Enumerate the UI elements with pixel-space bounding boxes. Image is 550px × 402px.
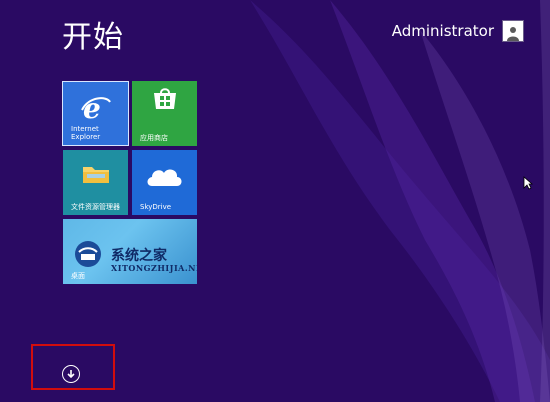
folder-icon <box>83 167 109 183</box>
tile-internet-explorer[interactable]: e Internet Explorer <box>62 81 129 146</box>
watermark-url: XITONGZHIJIA.NET <box>111 263 197 273</box>
mouse-cursor-icon <box>523 176 533 190</box>
watermark-brand: 系统之家 <box>111 248 167 264</box>
tile-store[interactable]: 应用商店 <box>132 81 197 146</box>
watermark-logo-icon <box>75 241 101 267</box>
cloud-icon <box>147 169 182 186</box>
tile-skydrive[interactable]: SkyDrive <box>132 150 197 215</box>
down-arrow-circle-icon <box>67 370 75 379</box>
tile-label: Internet Explorer <box>71 125 101 141</box>
user-account[interactable]: Administrator <box>392 20 524 42</box>
all-apps-button[interactable] <box>62 365 80 383</box>
user-avatar-icon <box>502 20 524 42</box>
internet-explorer-icon: e <box>81 94 111 122</box>
tile-label: SkyDrive <box>140 203 172 211</box>
tile-file-explorer[interactable]: 文件资源管理器 <box>63 150 128 215</box>
store-bag-icon <box>154 88 176 109</box>
page-title: 开始 <box>62 20 124 55</box>
user-name: Administrator <box>391 22 494 40</box>
tile-label: 文件资源管理器 <box>71 203 120 211</box>
tile-label: 桌面 <box>71 272 85 280</box>
tile-desktop[interactable]: 系统之家 XITONGZHIJIA.NET 桌面 <box>63 219 197 284</box>
tile-label: 应用商店 <box>140 134 168 142</box>
